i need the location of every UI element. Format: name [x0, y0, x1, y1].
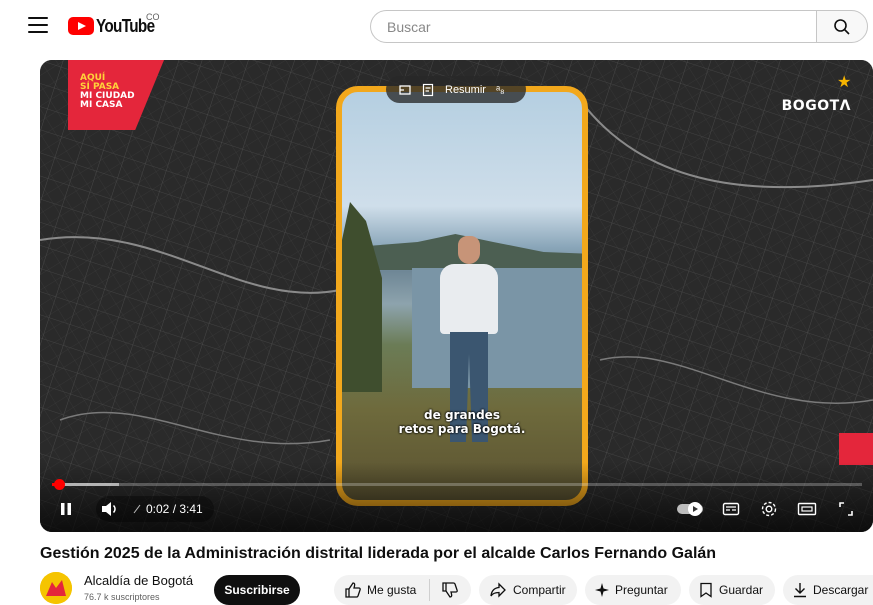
subtitle-line-1: de grandes	[424, 408, 500, 422]
ask-label: Preguntar	[615, 583, 668, 597]
share-button[interactable]: Compartir	[479, 575, 577, 605]
download-button[interactable]: Descargar	[783, 575, 873, 605]
like-label: Me gusta	[367, 583, 417, 597]
country-code: CO	[146, 12, 160, 22]
youtube-play-icon	[68, 17, 94, 35]
like-dislike-group: Me gusta	[334, 575, 471, 605]
search-input[interactable]: Buscar	[370, 10, 816, 43]
captions-icon	[722, 502, 740, 516]
menu-icon[interactable]	[28, 17, 48, 33]
side-logo-chip	[839, 433, 873, 465]
fullscreen-button[interactable]	[838, 496, 854, 522]
ask-button[interactable]: Preguntar	[585, 575, 681, 605]
channel-name[interactable]: Alcaldía de Bogotá	[84, 573, 193, 588]
progress-bar[interactable]	[52, 479, 862, 490]
settings-button[interactable]	[760, 496, 778, 522]
translate-icon[interactable]: ᵃ₈	[496, 84, 505, 96]
video-overlay-toolbar: Resumir ᵃ₈	[386, 76, 526, 103]
volume-button[interactable]	[100, 496, 120, 522]
theater-mode-button[interactable]	[797, 496, 817, 522]
subtitle-line-2: retos para Bogotá.	[398, 422, 526, 436]
dislike-button[interactable]	[430, 581, 470, 599]
download-icon	[794, 583, 806, 598]
gear-icon	[761, 501, 777, 517]
fullscreen-icon	[839, 502, 853, 516]
vertical-video-frame: de grandes retos para Bogotá.	[336, 86, 588, 506]
pause-icon	[61, 503, 71, 515]
theater-icon	[797, 502, 817, 516]
share-label: Compartir	[513, 583, 566, 597]
autoplay-toggle[interactable]	[676, 496, 704, 522]
progress-loaded	[59, 483, 120, 486]
thumbs-up-icon	[345, 582, 361, 598]
share-icon	[490, 582, 506, 598]
volume-slider[interactable]	[133, 496, 141, 522]
top-bar: YouTube CO Buscar	[0, 0, 873, 52]
bookmark-icon	[700, 582, 712, 598]
tree	[342, 202, 382, 392]
autoplay-icon	[677, 502, 703, 516]
summarize-button[interactable]: Resumir	[445, 84, 486, 96]
channel-avatar[interactable]	[40, 572, 72, 604]
brand-logo: BOGOTΛ	[781, 98, 851, 114]
volume-icon	[102, 502, 116, 516]
star-icon: ★	[837, 74, 852, 91]
download-label: Descargar	[813, 583, 869, 597]
search-bar: Buscar	[370, 10, 868, 43]
subscribe-button[interactable]: Suscribirse	[214, 575, 300, 605]
video-title: Gestión 2025 de la Administración distri…	[40, 545, 717, 562]
youtube-logo[interactable]: YouTube CO	[68, 12, 165, 36]
video-player[interactable]: AQUÍ SÍ PASA MI CIUDAD MI CASA ★ BOGOTΛ …	[40, 60, 873, 532]
pause-button[interactable]	[58, 496, 74, 522]
captions-button[interactable]	[722, 496, 740, 522]
time-display: 0:02 / 3:41	[146, 502, 203, 516]
summarize-icon	[422, 83, 434, 96]
save-label: Guardar	[719, 583, 764, 597]
clip-icon[interactable]	[398, 83, 412, 97]
search-button[interactable]	[816, 10, 868, 43]
sparkle-icon	[595, 583, 609, 597]
subscriber-count: 76.7 k suscriptores	[84, 592, 160, 602]
like-button[interactable]: Me gusta	[334, 581, 429, 599]
save-button[interactable]: Guardar	[689, 575, 775, 605]
search-icon	[834, 18, 850, 35]
thumbs-down-icon	[442, 582, 458, 598]
